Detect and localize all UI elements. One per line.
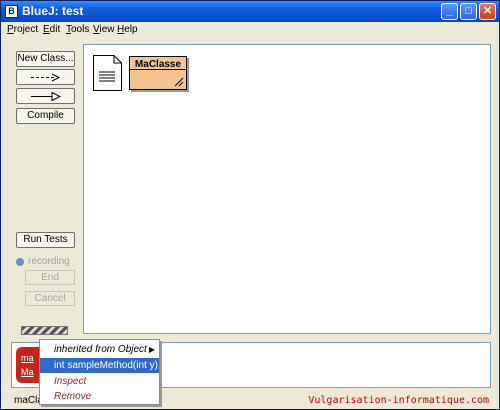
menu-project[interactable]: Project: [7, 24, 38, 35]
new-class-button[interactable]: New Class...: [16, 51, 75, 67]
compile-button[interactable]: Compile: [16, 108, 75, 124]
recording-label: recording: [28, 256, 70, 267]
submenu-arrow-icon: ▶: [148, 345, 155, 354]
menu-edit[interactable]: Edit: [43, 24, 60, 35]
machine-progress-indicator: [21, 326, 68, 335]
class-name: MaClasse: [130, 57, 186, 70]
menu-item-inherited-from-object[interactable]: inherited from Object ▶: [40, 342, 159, 357]
object-class: Ma: [21, 367, 34, 377]
maximize-button[interactable]: □: [460, 3, 477, 20]
menu-tools[interactable]: Tools: [66, 24, 89, 35]
window-title: BlueJ: test: [22, 4, 84, 18]
menu-item-sample-method[interactable]: int sampleMethod(int y): [40, 358, 159, 373]
bluej-app-icon: B: [5, 5, 18, 18]
bluej-window: B BlueJ: test _ □ ✕ Project Edit Tools V…: [0, 0, 500, 410]
watermark: Vulgarisation-informatique.com: [308, 395, 489, 406]
menu-item-remove[interactable]: Remove: [40, 389, 159, 404]
title-bar: B BlueJ: test _ □ ✕: [1, 1, 499, 22]
cancel-button: Cancel: [25, 291, 75, 306]
menu-item-inspect[interactable]: Inspect: [40, 374, 159, 389]
dashed-arrow-icon: [31, 73, 61, 82]
recording-indicator-icon: [16, 258, 24, 266]
resize-hatch-icon: [174, 77, 184, 87]
class-box-maclasse[interactable]: MaClasse: [129, 56, 187, 90]
object-context-menu: inherited from Object ▶ int sampleMethod…: [39, 339, 160, 405]
object-name: ma: [21, 353, 34, 363]
run-tests-button[interactable]: Run Tests: [16, 232, 75, 248]
close-button[interactable]: ✕: [479, 3, 496, 20]
document-icon[interactable]: [93, 55, 122, 91]
class-diagram-area[interactable]: MaClasse: [83, 44, 491, 334]
minimize-button[interactable]: _: [441, 3, 458, 20]
inheritance-arrow-icon: [31, 92, 61, 101]
menu-help[interactable]: Help: [117, 24, 138, 35]
menu-view[interactable]: View: [93, 24, 115, 35]
end-button: End: [25, 270, 75, 285]
dependency-arrow-button[interactable]: [16, 69, 75, 85]
menu-bar: Project Edit Tools View Help: [1, 22, 499, 38]
inheritance-arrow-button[interactable]: [16, 88, 75, 104]
